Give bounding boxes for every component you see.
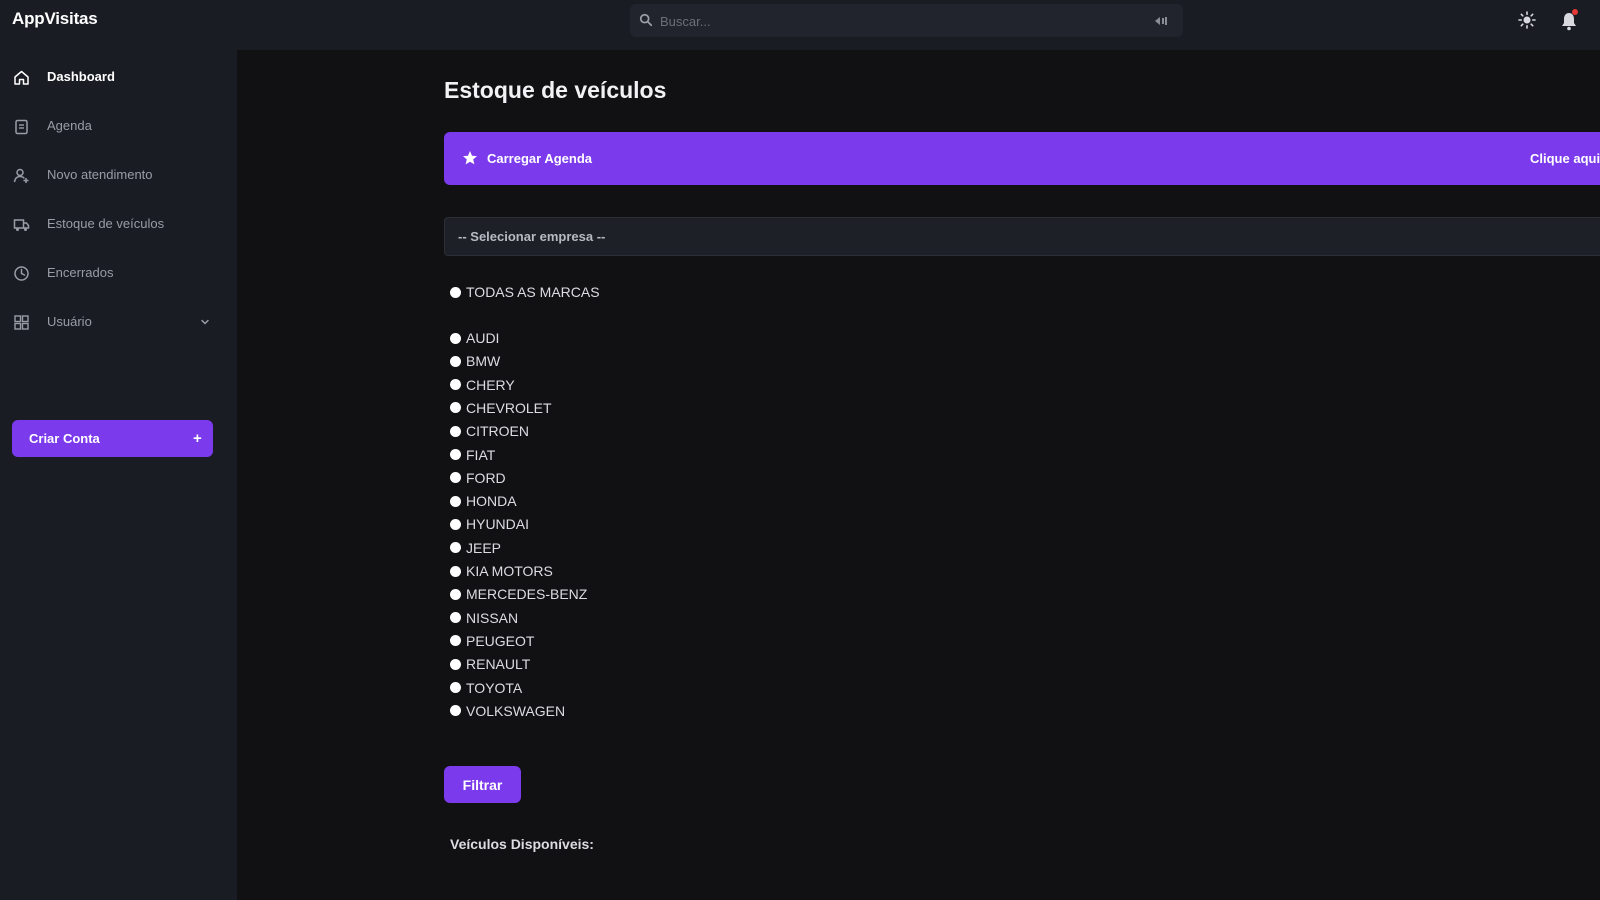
sidebar-item-label: Agenda (47, 118, 92, 133)
brand-label: TODAS AS MARCAS (466, 284, 600, 300)
brand-option[interactable]: HYUNDAI (450, 514, 529, 534)
search-icon (639, 13, 653, 27)
banner-link[interactable]: Clique aqui (1530, 151, 1600, 166)
brand-option[interactable]: JEEP (450, 538, 501, 558)
brand-option[interactable]: NISSAN (450, 608, 518, 628)
keyboard-icon[interactable] (1153, 14, 1169, 28)
brand-option[interactable]: VOLKSWAGEN (450, 701, 565, 721)
brand-option[interactable]: CHEVROLET (450, 398, 552, 418)
chevron-down-icon[interactable] (200, 317, 210, 327)
brand-option[interactable]: RENAULT (450, 654, 530, 674)
brand-label: BMW (466, 353, 501, 370)
brand-label: TOYOTA (466, 679, 523, 696)
radio-button[interactable] (450, 402, 461, 414)
clock-icon (14, 266, 29, 281)
star-icon (463, 151, 477, 165)
search-box[interactable] (630, 4, 1183, 37)
brand-label: FIAT (466, 446, 496, 463)
brand-label: HYUNDAI (466, 516, 530, 533)
radio-button[interactable] (450, 612, 461, 624)
brand-option[interactable]: HONDA (450, 491, 517, 511)
brand-label: CHEVROLET (466, 399, 552, 416)
sidebar-item-label: Encerrados (47, 265, 114, 280)
brand-option[interactable]: PEUGEOT (450, 631, 534, 651)
sidebar-item-encerrados[interactable]: Encerrados (0, 253, 237, 293)
page-title: Estoque de veículos (444, 77, 667, 103)
sidebar-item-label: Estoque de veículos (47, 216, 165, 231)
brand-label: AUDI (466, 330, 500, 346)
brand-option[interactable]: MERCEDES-BENZ (450, 584, 587, 604)
company-select-value: -- Selecionar empresa -- (458, 229, 606, 244)
brand-option[interactable]: TOYOTA (450, 678, 522, 698)
clipboard-icon (15, 119, 28, 135)
brand-option[interactable]: BMW (450, 351, 500, 371)
brand-label: FORD (466, 469, 506, 486)
brand-label: NISSAN (466, 609, 519, 626)
available-vehicles-label: Veículos Disponíveis: (450, 836, 594, 852)
radio-button[interactable] (450, 425, 461, 437)
sidebar-item-agenda[interactable]: Agenda (0, 106, 237, 146)
brand-option-all[interactable]: TODAS AS MARCAS (450, 282, 600, 302)
radio-button[interactable] (450, 635, 461, 647)
sidebar-item-label: Novo atendimento (47, 167, 153, 182)
sun-icon[interactable] (1518, 11, 1536, 29)
radio-button[interactable] (450, 658, 461, 670)
sidebar-item-label: Dashboard (47, 69, 115, 84)
truck-icon (13, 219, 30, 231)
brand-label: CHERY (466, 376, 515, 393)
sidebar-item-estoque[interactable]: Estoque de veículos (0, 204, 237, 244)
create-account-button[interactable]: Criar Conta + (12, 420, 213, 457)
brand-option[interactable]: FIAT (450, 445, 495, 465)
radio-button[interactable] (450, 332, 461, 344)
sidebar-item-novo-atendimento[interactable]: Novo atendimento (0, 155, 237, 195)
brand-option[interactable]: FORD (450, 468, 506, 488)
radio-button[interactable] (450, 682, 461, 693)
home-icon (14, 70, 29, 85)
notification-badge (1572, 9, 1578, 15)
sidebar-item-usuario[interactable]: Usuário (0, 302, 237, 342)
filter-button[interactable]: Filtrar (444, 766, 521, 803)
brand-label: PEUGEOT (466, 632, 535, 649)
brand-option[interactable]: CITROEN (450, 421, 529, 441)
brand-label: CITROEN (466, 423, 529, 440)
sidebar-item-dashboard[interactable]: Dashboard (0, 57, 237, 97)
brand-option[interactable]: KIA MOTORS (450, 561, 553, 581)
radio-button[interactable] (450, 286, 461, 298)
brand-label: HONDA (466, 493, 517, 510)
brand-label: VOLKSWAGEN (466, 702, 566, 719)
brand-label: JEEP (466, 539, 502, 556)
radio-button[interactable] (450, 449, 461, 460)
brand-label: KIA MOTORS (466, 563, 553, 579)
company-select[interactable]: -- Selecionar empresa -- (444, 217, 1600, 256)
radio-button[interactable] (450, 518, 461, 530)
plus-icon: + (193, 430, 202, 447)
search-input[interactable] (660, 10, 1130, 32)
radio-button[interactable] (450, 542, 461, 554)
brand-label: MERCEDES-BENZ (466, 586, 588, 603)
load-agenda-banner[interactable]: Carregar Agenda Clique aqui (444, 132, 1600, 185)
banner-label: Carregar Agenda (487, 151, 592, 166)
radio-button[interactable] (450, 472, 461, 484)
radio-button[interactable] (450, 588, 461, 600)
radio-button[interactable] (450, 705, 461, 717)
sidebar-item-label: Usuário (47, 314, 92, 329)
sidebar: Dashboard Agenda Novo atendimento Estoqu… (0, 50, 237, 900)
create-account-label: Criar Conta (29, 431, 100, 446)
top-bar: AppVisitas (0, 0, 1600, 50)
radio-button[interactable] (450, 355, 461, 367)
brand-option[interactable]: CHERY (450, 375, 515, 395)
app-logo[interactable]: AppVisitas (12, 9, 98, 29)
brand-option[interactable]: AUDI (450, 328, 499, 348)
radio-button[interactable] (450, 379, 461, 391)
user-add-icon (13, 168, 29, 183)
grid-icon (14, 315, 29, 330)
radio-button[interactable] (450, 495, 461, 507)
brand-label: RENAULT (466, 656, 531, 673)
radio-button[interactable] (450, 565, 461, 577)
